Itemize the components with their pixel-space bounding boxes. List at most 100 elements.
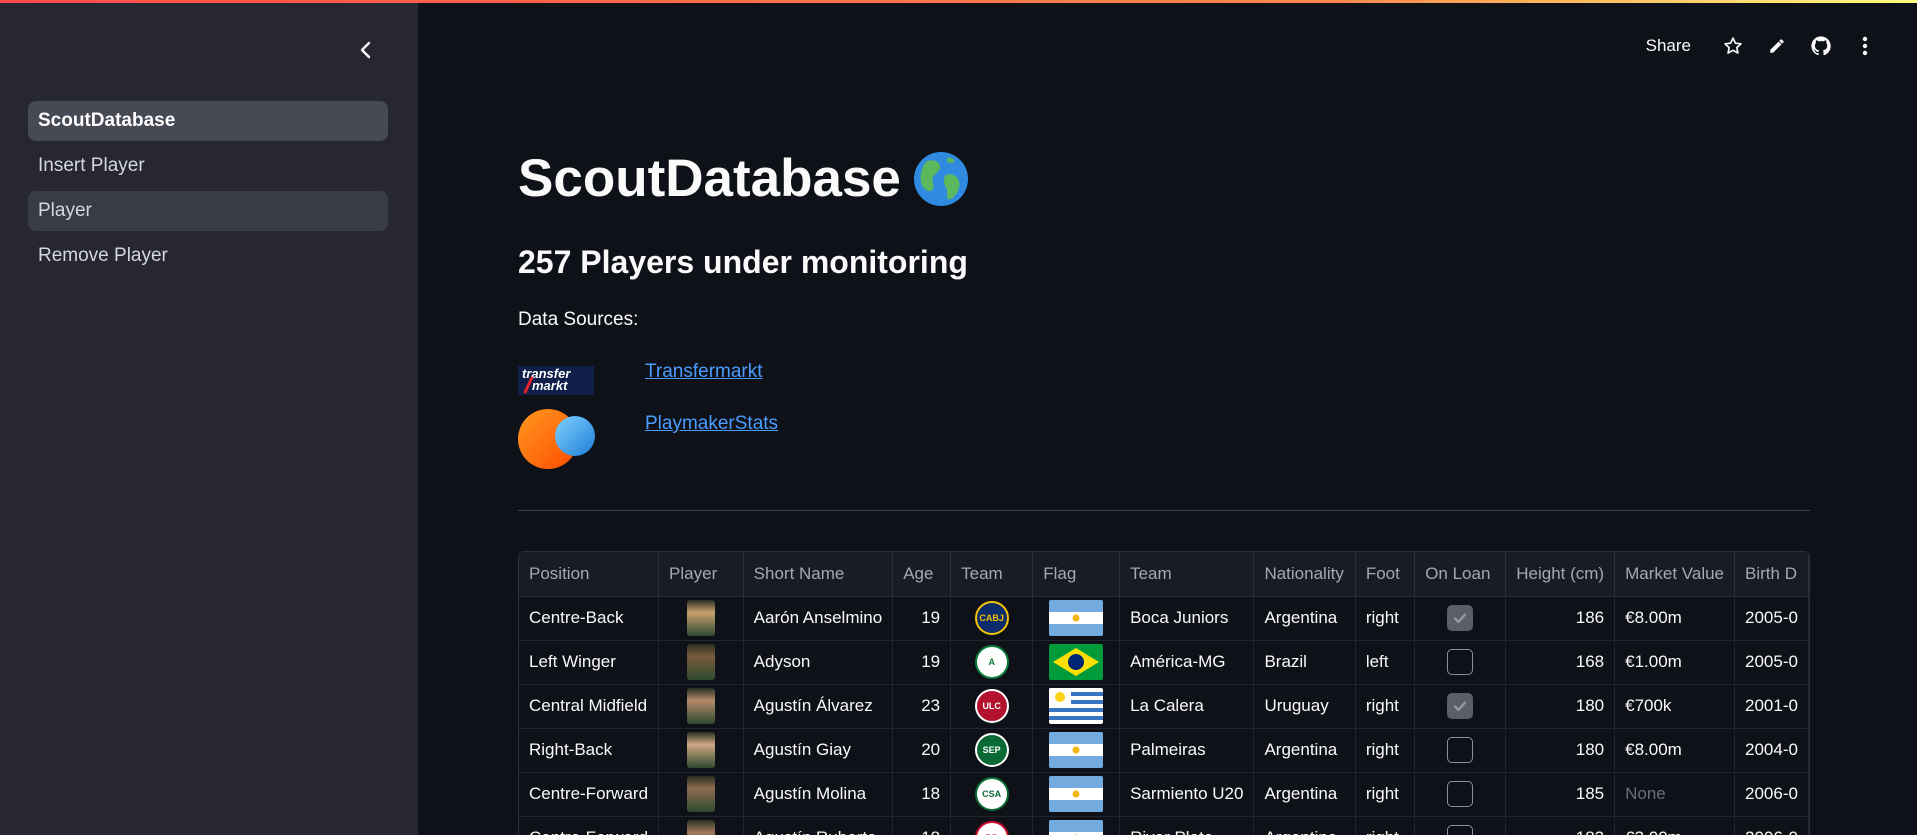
cell-player-photo[interactable] [658, 816, 744, 835]
cell-birth-date[interactable]: 2005-0 [1734, 596, 1809, 641]
table-row[interactable]: Central Midfield Agustín Álvarez 23 ULC La C… [519, 684, 1809, 729]
cell-team-crest[interactable]: CABJ [950, 596, 1034, 641]
cell-team[interactable]: Sarmiento U20 [1119, 772, 1255, 817]
main-menu-button[interactable] [1843, 30, 1887, 62]
cell-age[interactable]: 18 [892, 816, 952, 835]
cell-market-value[interactable]: €8.00m [1614, 596, 1736, 641]
column-header-short-name[interactable]: Short Name [743, 552, 894, 597]
cell-player-photo[interactable] [658, 640, 744, 685]
cell-on-loan[interactable] [1414, 816, 1507, 835]
cell-birth-date[interactable]: 2005-0 [1734, 640, 1809, 685]
collapse-sidebar-button[interactable] [352, 36, 380, 64]
column-header-position[interactable]: Position [519, 552, 660, 597]
cell-birth-date[interactable]: 2004-0 [1734, 728, 1809, 773]
sidebar-item-remove-player[interactable]: Remove Player [28, 236, 388, 276]
cell-short-name[interactable]: Aarón Anselmino [743, 596, 894, 641]
cell-birth-date[interactable]: 2006-0 [1734, 772, 1809, 817]
column-header-nationality[interactable]: Nationality [1253, 552, 1356, 597]
cell-flag[interactable] [1032, 684, 1121, 729]
on-loan-checkbox[interactable] [1447, 605, 1474, 631]
table-row[interactable]: Centre-Forward Agustín Ruberto18 RP River P… [519, 816, 1809, 835]
column-header-market-value[interactable]: Market Value [1614, 552, 1736, 597]
cell-on-loan[interactable] [1414, 596, 1507, 641]
cell-market-value[interactable]: €3.00m [1614, 816, 1736, 835]
column-header-team-crest[interactable]: Team [950, 552, 1034, 597]
column-header-height[interactable]: Height (cm) [1505, 552, 1616, 597]
column-header-on-loan[interactable]: On Loan [1414, 552, 1507, 597]
cell-foot[interactable]: right [1355, 596, 1416, 641]
cell-age[interactable]: 20 [892, 728, 952, 773]
column-header-team[interactable]: Team [1119, 552, 1255, 597]
column-header-flag[interactable]: Flag [1032, 552, 1121, 597]
table-row[interactable]: Centre-Forward Agustín Molina 18 CSA Sarmien… [519, 772, 1809, 817]
github-button[interactable] [1799, 30, 1843, 62]
cell-height[interactable]: 180 [1505, 684, 1616, 729]
cell-team-crest[interactable]: SEP [950, 728, 1034, 773]
cell-height[interactable]: 186 [1505, 596, 1616, 641]
cell-market-value[interactable]: €8.00m [1614, 728, 1736, 773]
players-table[interactable]: Position Player Short Name Age Team Flag… [518, 551, 1810, 835]
cell-on-loan[interactable] [1414, 684, 1507, 729]
cell-short-name[interactable]: Agustín Ruberto [743, 816, 894, 835]
cell-short-name[interactable]: Adyson [743, 640, 894, 685]
cell-height[interactable]: 185 [1505, 772, 1616, 817]
cell-nationality[interactable]: Argentina [1253, 772, 1356, 817]
table-row[interactable]: Centre-Back Aarón Anselmino 19 CABJ Boca Jun… [519, 596, 1809, 641]
cell-position[interactable]: Right-Back [519, 728, 660, 773]
playmakerstats-link[interactable]: PlaymakerStats [645, 413, 778, 435]
cell-player-photo[interactable] [658, 772, 744, 817]
edit-button[interactable] [1755, 30, 1799, 62]
cell-team[interactable]: América-MG [1119, 640, 1255, 685]
cell-birth-date[interactable]: 2006-0 [1734, 816, 1809, 835]
cell-team[interactable]: Boca Juniors [1119, 596, 1255, 641]
table-row[interactable]: Left Winger Adyson 19 A América-MG Brazil left… [519, 640, 1809, 685]
on-loan-checkbox[interactable] [1447, 737, 1474, 763]
cell-player-photo[interactable] [658, 684, 744, 729]
cell-foot[interactable]: right [1355, 772, 1416, 817]
cell-position[interactable]: Centre-Back [519, 596, 660, 641]
cell-team-crest[interactable]: CSA [950, 772, 1034, 817]
column-header-age[interactable]: Age [892, 552, 952, 597]
cell-foot[interactable]: right [1355, 684, 1416, 729]
table-row[interactable]: Right-Back Agustín Giay 20 SEP Palmeiras Arge… [519, 728, 1809, 773]
cell-age[interactable]: 19 [892, 596, 952, 641]
cell-on-loan[interactable] [1414, 640, 1507, 685]
cell-age[interactable]: 23 [892, 684, 952, 729]
cell-nationality[interactable]: Uruguay [1253, 684, 1356, 729]
cell-player-photo[interactable] [658, 596, 744, 641]
share-button[interactable]: Share [1646, 36, 1691, 56]
cell-market-value[interactable]: None [1614, 772, 1736, 817]
sidebar-item-player[interactable]: Player [28, 191, 388, 231]
cell-team[interactable]: River Plate [1119, 816, 1255, 835]
favorite-button[interactable] [1711, 30, 1755, 62]
cell-position[interactable]: Left Winger [519, 640, 660, 685]
cell-nationality[interactable]: Argentina [1253, 816, 1356, 835]
cell-nationality[interactable]: Brazil [1253, 640, 1356, 685]
cell-birth-date[interactable]: 2001-0 [1734, 684, 1809, 729]
column-header-birth-date[interactable]: Birth D [1734, 552, 1809, 597]
cell-foot[interactable]: right [1355, 728, 1416, 773]
column-header-foot[interactable]: Foot [1355, 552, 1416, 597]
cell-team[interactable]: La Calera [1119, 684, 1255, 729]
cell-foot[interactable]: left [1355, 640, 1416, 685]
on-loan-checkbox[interactable] [1447, 693, 1474, 719]
cell-team[interactable]: Palmeiras [1119, 728, 1255, 773]
cell-nationality[interactable]: Argentina [1253, 596, 1356, 641]
cell-height[interactable]: 183 [1505, 816, 1616, 835]
on-loan-checkbox[interactable] [1447, 649, 1474, 675]
cell-position[interactable]: Central Midfield [519, 684, 660, 729]
cell-flag[interactable] [1032, 816, 1121, 835]
cell-short-name[interactable]: Agustín Giay [743, 728, 894, 773]
cell-on-loan[interactable] [1414, 772, 1507, 817]
on-loan-checkbox[interactable] [1447, 781, 1474, 807]
cell-flag[interactable] [1032, 772, 1121, 817]
on-loan-checkbox[interactable] [1447, 825, 1474, 835]
sidebar-item-scoutdatabase[interactable]: ScoutDatabase [28, 101, 388, 141]
cell-player-photo[interactable] [658, 728, 744, 773]
cell-market-value[interactable]: €700k [1614, 684, 1736, 729]
cell-team-crest[interactable]: ULC [950, 684, 1034, 729]
cell-age[interactable]: 18 [892, 772, 952, 817]
column-header-player[interactable]: Player [658, 552, 744, 597]
sidebar-item-insert-player[interactable]: Insert Player [28, 146, 388, 186]
cell-height[interactable]: 180 [1505, 728, 1616, 773]
